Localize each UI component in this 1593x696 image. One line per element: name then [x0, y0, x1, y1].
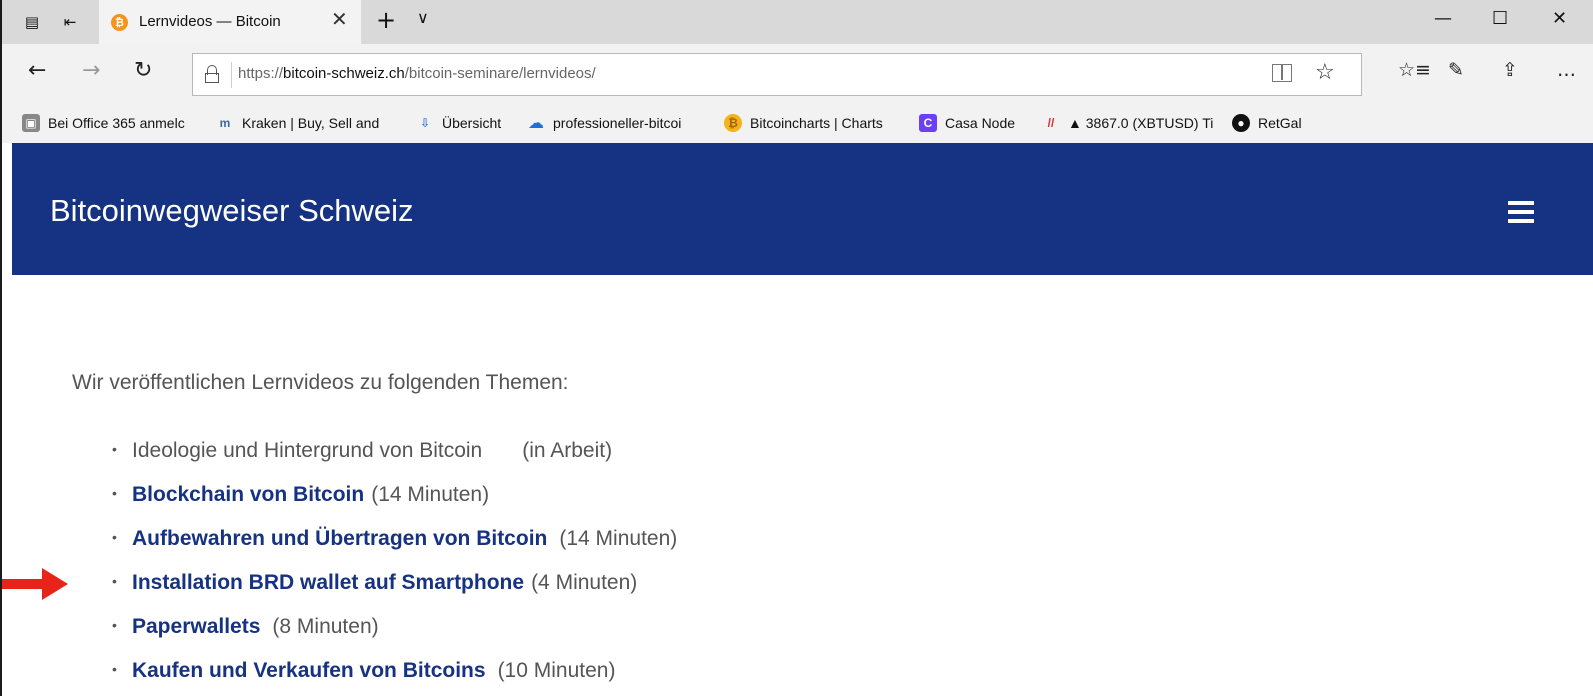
favorite-onedrive[interactable]: ☁ professioneller-bitcoi [527, 113, 681, 133]
favorite-label: Bitcoincharts | Charts [750, 115, 883, 131]
bullet-icon: • [112, 485, 117, 501]
topic-duration: (10 Minuten) [497, 659, 616, 682]
back-arrow-icon[interactable]: ← [28, 60, 46, 82]
topic-duration: (14 Minuten) [559, 527, 678, 550]
bitmex-icon: // [1047, 116, 1055, 130]
active-tab[interactable]: ₿ Lernvideos — Bitcoin ✕ [99, 0, 361, 44]
list-item: • Installation BRD wallet auf Smartphone (… [112, 571, 637, 595]
kraken-icon: m [219, 116, 231, 130]
tab-actions-icon[interactable]: ▤ [22, 12, 42, 32]
list-item: • Kaufen und Verkaufen von Bitcoins (10 Mi… [112, 659, 615, 683]
favorite-kraken[interactable]: m Kraken | Buy, Sell and [216, 113, 380, 133]
tab-bar: ▤ ⇤ ₿ Lernvideos — Bitcoin ✕ + ∨ — ☐ ✕ [0, 0, 1593, 44]
maximize-icon[interactable]: ☐ [1492, 8, 1508, 29]
new-tab-icon[interactable]: + [376, 8, 396, 32]
pen-notes-icon[interactable]: ✎ [1448, 59, 1464, 81]
topic-link-brd-wallet[interactable]: Installation BRD wallet auf Smartphone [132, 571, 524, 594]
cloud-icon: ☁ [528, 115, 544, 132]
favorite-label: professioneller-bitcoi [553, 115, 682, 131]
favorite-office[interactable]: ▣ Bei Office 365 anmelc [22, 113, 185, 133]
reading-view-icon[interactable] [1272, 64, 1292, 82]
hamburger-menu-icon[interactable] [1508, 201, 1534, 223]
favorite-label: Bei Office 365 anmelc [48, 115, 185, 131]
bitcoin-favicon-icon: ₿ [111, 14, 128, 31]
intro-text: Wir veröffentlichen Lernvideos zu folgen… [72, 371, 569, 394]
add-favorite-star-icon[interactable]: ☆ [1315, 60, 1335, 85]
site-title[interactable]: Bitcoinwegweiser Schweiz [50, 193, 414, 229]
favorite-retgal[interactable]: ● RetGal [1232, 113, 1302, 133]
topic-link-kaufen[interactable]: Kaufen und Verkaufen von Bitcoins [132, 659, 486, 682]
tab-title: Lernvideos — Bitcoin [139, 13, 281, 30]
topic-link-blockchain[interactable]: Blockchain von Bitcoin [132, 483, 364, 506]
bullet-icon: • [112, 661, 117, 677]
favorite-uebersicht[interactable]: ⇩ Übersicht [416, 113, 501, 133]
favorite-label: Übersicht [442, 115, 502, 131]
topic-duration: (8 Minuten) [272, 615, 379, 638]
favorites-hub-icon[interactable]: ☆≡ [1398, 59, 1431, 81]
list-item: • Ideologie und Hintergrund von Bitcoin (i… [112, 439, 612, 463]
favorite-bitmex[interactable]: // ▲ 3867.0 (XBTUSD) Ti [1042, 113, 1214, 133]
favorite-label: Casa Node [945, 115, 1016, 131]
bullet-icon: • [112, 617, 117, 633]
favorite-label: RetGal [1258, 115, 1302, 131]
list-item: • Aufbewahren und Übertragen von Bitcoin (… [112, 527, 677, 551]
refresh-icon[interactable]: ↻ [134, 60, 152, 82]
main-content: Wir veröffentlichen Lernvideos zu folgen… [72, 371, 677, 682]
favorite-casa-node[interactable]: C Casa Node [919, 113, 1015, 133]
site-header: Bitcoinwegweiser Schweiz [12, 143, 1593, 275]
topic-link-aufbewahren[interactable]: Aufbewahren und Übertragen von Bitcoin [132, 527, 547, 550]
office-icon: ▣ [22, 114, 40, 132]
list-item: • Paperwallets (8 Minuten) [112, 615, 379, 639]
bullet-icon: • [112, 573, 117, 589]
address-bar[interactable]: https://bitcoin-schweiz.ch/bitcoin-semin… [192, 53, 1362, 96]
forward-arrow-icon[interactable]: → [82, 60, 100, 82]
chevron-down-icon[interactable]: ∨ [417, 8, 429, 28]
url-text[interactable]: https://bitcoin-schweiz.ch/bitcoin-semin… [238, 65, 596, 82]
share-icon[interactable]: ⇪ [1502, 59, 1518, 81]
close-window-icon[interactable]: ✕ [1552, 8, 1567, 29]
bitcoincharts-icon: ₿ [724, 114, 742, 132]
set-aside-tabs-icon[interactable]: ⇤ [60, 12, 80, 32]
topic-duration: (4 Minuten) [531, 571, 638, 594]
address-divider [231, 62, 232, 88]
lock-icon[interactable] [205, 65, 219, 83]
github-icon: ● [1232, 114, 1250, 132]
bullet-icon: • [112, 529, 117, 545]
favorite-label: ▲ 3867.0 (XBTUSD) Ti [1068, 115, 1214, 131]
bullet-icon: • [112, 441, 117, 457]
casa-icon: C [919, 114, 937, 132]
list-item: • Blockchain von Bitcoin (14 Minuten) [112, 483, 489, 507]
navigation-bar: ← → ↻ https://bitcoin-schweiz.ch/bitcoin… [0, 44, 1593, 104]
topic-duration: (14 Minuten) [371, 483, 490, 506]
topic-duration: (in Arbeit) [522, 439, 613, 462]
red-arrow-annotation-icon [2, 568, 68, 600]
topic-link-paperwallets[interactable]: Paperwallets [132, 615, 260, 638]
close-tab-icon[interactable]: ✕ [331, 10, 348, 30]
minimize-icon[interactable]: — [1434, 8, 1452, 29]
favorites-bar: ▣ Bei Office 365 anmelc m Kraken | Buy, … [0, 104, 1593, 143]
favorite-bitcoincharts[interactable]: ₿ Bitcoincharts | Charts [724, 113, 883, 133]
page-viewport: Bitcoinwegweiser Schweiz Wir veröffentli… [0, 143, 1593, 696]
topic-text: Ideologie und Hintergrund von Bitcoin [132, 439, 483, 462]
favorite-label: Kraken | Buy, Sell and [242, 115, 380, 131]
overview-icon: ⇩ [419, 116, 431, 130]
more-options-icon[interactable]: … [1557, 59, 1576, 81]
